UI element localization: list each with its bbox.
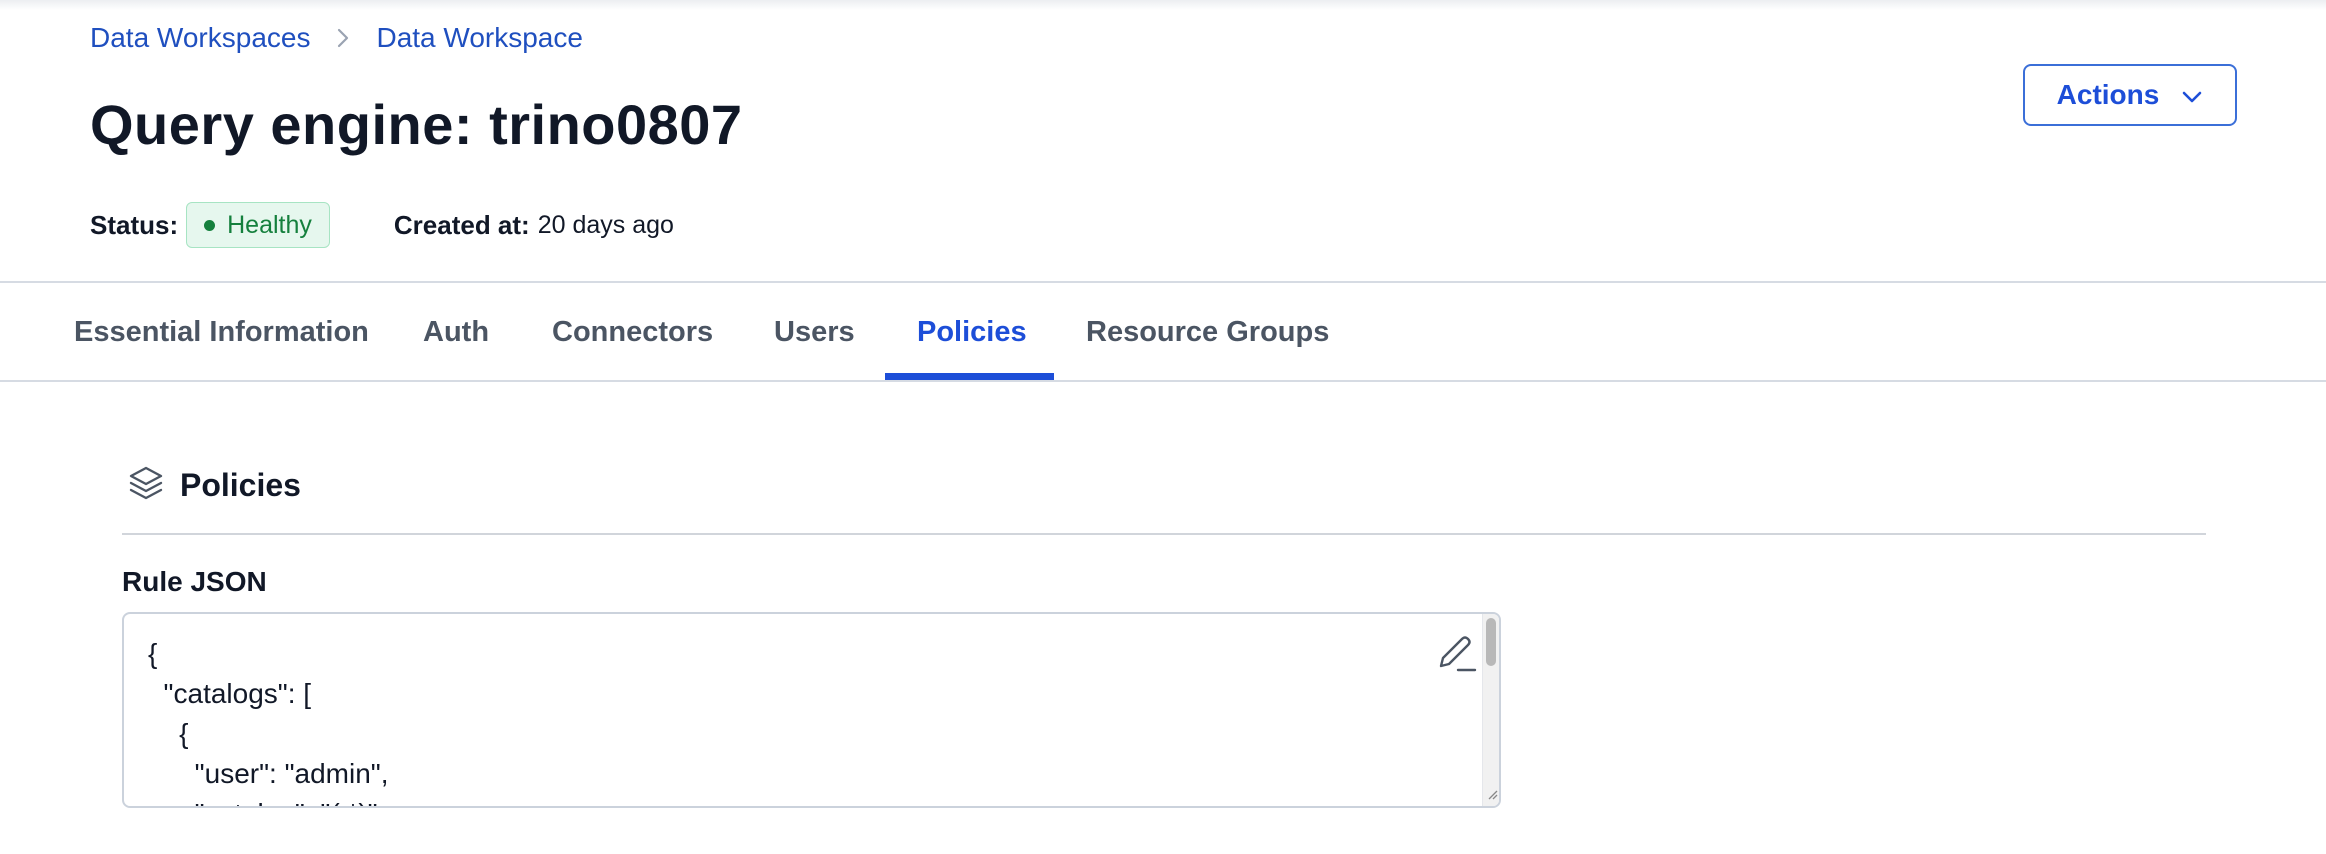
tab-bar: Essential Information Auth Connectors Us…	[0, 283, 2326, 381]
tab-connectors[interactable]: Connectors	[552, 283, 713, 381]
created-value: 20 days ago	[537, 210, 674, 239]
code-line: "catalog": "(.*)",	[148, 798, 386, 806]
editor-scrollbar[interactable]	[1482, 614, 1499, 806]
edit-icon[interactable]	[1435, 632, 1479, 681]
layers-icon	[126, 463, 166, 508]
section-title: Policies	[180, 467, 301, 503]
chevron-right-icon	[336, 27, 350, 49]
breadcrumb: Data Workspaces Data Workspace	[90, 22, 583, 54]
active-tab-indicator	[885, 373, 1054, 380]
status-badge: Healthy	[186, 202, 330, 248]
tab-users[interactable]: Users	[774, 283, 855, 381]
tab-policies[interactable]: Policies	[917, 283, 1027, 381]
actions-button[interactable]: Actions	[2023, 64, 2237, 126]
code-line: {	[148, 718, 189, 749]
chevron-down-icon	[2181, 79, 2203, 111]
page-title: Query engine: trino0807	[90, 93, 743, 156]
rule-json-label: Rule JSON	[122, 566, 267, 597]
actions-button-label: Actions	[2056, 79, 2160, 110]
section-divider	[122, 533, 2206, 535]
breadcrumb-link-data-workspace[interactable]: Data Workspace	[376, 22, 582, 54]
code-line: {	[148, 638, 158, 669]
tab-auth[interactable]: Auth	[423, 283, 489, 381]
rule-json-editor[interactable]: { "catalogs": [ { "user": "admin", "cata…	[122, 612, 1501, 808]
status-value: Healthy	[227, 210, 312, 239]
top-shadow	[0, 0, 2326, 10]
scrollbar-thumb[interactable]	[1486, 618, 1496, 666]
created-label: Created at:	[393, 209, 530, 240]
resize-handle-icon[interactable]	[1486, 787, 1498, 805]
rule-json-content: { "catalogs": [ { "user": "admin", "cata…	[148, 634, 389, 806]
status-label: Status:	[90, 209, 179, 240]
created-at: Created at: 20 days ago	[394, 210, 674, 241]
tab-essential-information[interactable]: Essential Information	[74, 283, 369, 381]
tab-resource-groups[interactable]: Resource Groups	[1086, 283, 1329, 381]
code-line: "user": "admin",	[148, 758, 389, 789]
tabs-divider	[0, 380, 2326, 382]
breadcrumb-link-data-workspaces[interactable]: Data Workspaces	[90, 22, 310, 54]
section-header: Policies	[126, 463, 301, 508]
status-dot-icon	[204, 219, 216, 231]
meta-row: Status: Healthy Created at: 20 days ago	[90, 202, 674, 248]
code-line: "catalogs": [	[148, 678, 312, 709]
